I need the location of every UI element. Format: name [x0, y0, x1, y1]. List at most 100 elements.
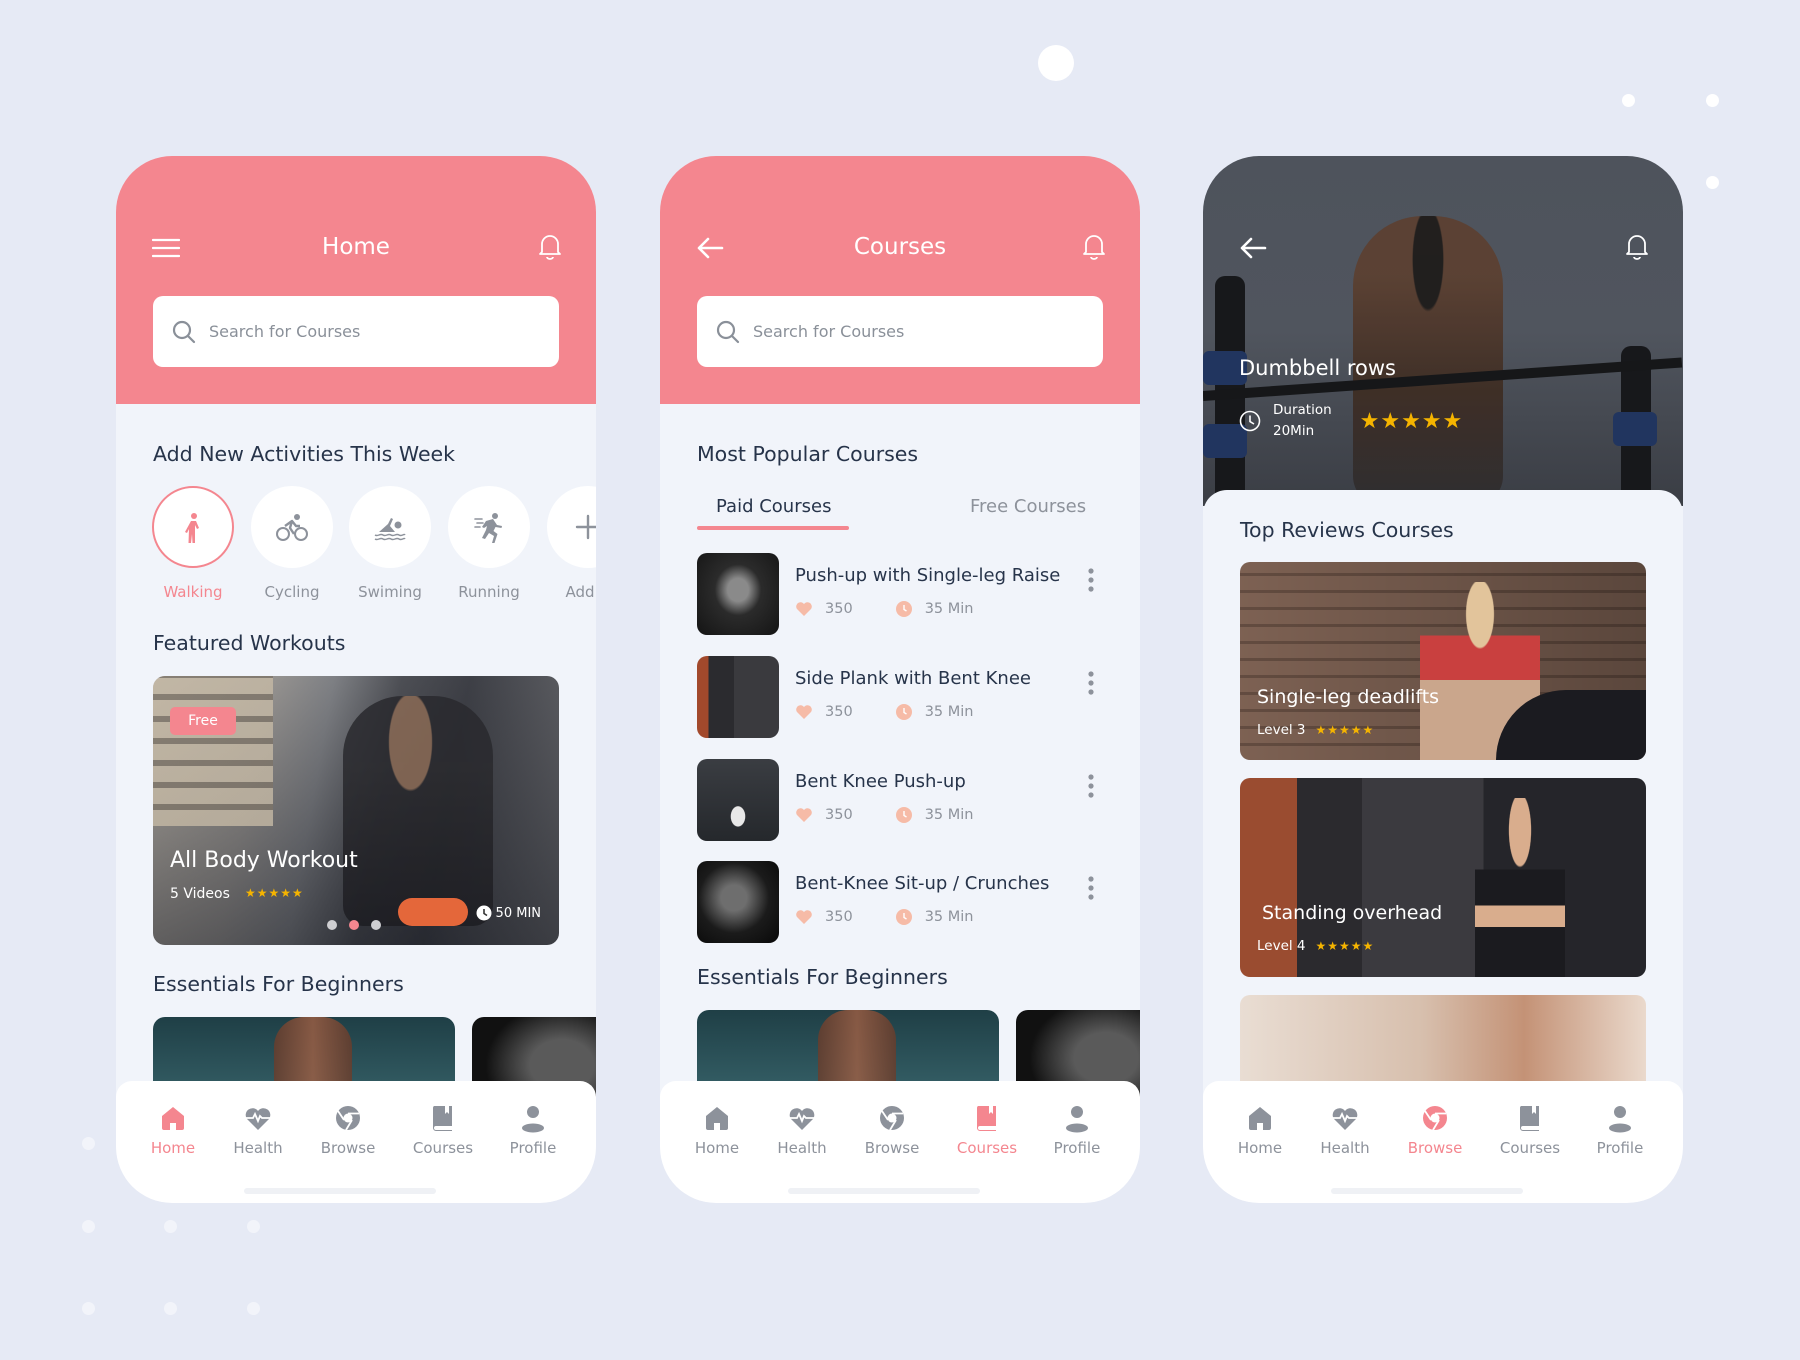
bottom-nav: Home Health Browse Courses Profile [1203, 1081, 1683, 1203]
activity-label: Add N [565, 583, 596, 601]
pager-dot-active[interactable] [349, 920, 359, 930]
walking-icon [185, 513, 199, 543]
course-duration: 35 Min [924, 704, 974, 720]
search-icon [716, 320, 740, 343]
course-meta: 350 35 Min [795, 806, 973, 824]
course-item[interactable]: Push-up with Single-leg Raise 350 35 Min [697, 553, 1103, 635]
activity-running[interactable] [448, 486, 530, 568]
bell-icon[interactable] [1082, 232, 1106, 262]
decor-dot [82, 1137, 95, 1150]
search-input[interactable] [209, 322, 509, 341]
activity-swimming[interactable] [349, 486, 431, 568]
nav-health[interactable]: Health [1305, 1103, 1385, 1157]
level-text: Level 4 [1257, 938, 1306, 954]
nav-label: Profile [1596, 1139, 1644, 1157]
course-thumbnail [697, 861, 779, 943]
home-icon [1249, 1107, 1271, 1130]
clock-icon [895, 601, 912, 617]
nav-home[interactable]: Home [1220, 1103, 1300, 1157]
nav-label: Home [150, 1139, 196, 1157]
card-title: Standing overhead [1262, 902, 1443, 924]
nav-browse[interactable]: Browse [1395, 1103, 1475, 1157]
card-title: Single-leg deadlifts [1257, 686, 1440, 708]
review-course-card[interactable]: Single-leg deadlifts Level 3 ★★★★★ [1240, 562, 1646, 760]
activities-title: Add New Activities This Week [153, 442, 456, 466]
nav-browse[interactable]: Browse [308, 1103, 388, 1157]
nav-courses[interactable]: Courses [947, 1103, 1027, 1157]
activity-label: Swiming [358, 583, 422, 601]
more-options-icon[interactable] [1087, 670, 1095, 696]
course-item[interactable]: Bent Knee Push-up 350 35 Min [697, 759, 1103, 841]
nav-profile[interactable]: Profile [1037, 1103, 1117, 1157]
workout-meta: Duration 20Min ★★★★★ [1239, 400, 1463, 442]
decor-dot [1706, 176, 1719, 189]
course-title: Bent-Knee Sit-up / Crunches [795, 873, 1050, 894]
page-title: Courses [853, 234, 947, 260]
search-bar[interactable] [153, 296, 559, 367]
course-duration: 35 Min [924, 807, 974, 823]
search-bar[interactable] [697, 296, 1103, 367]
heart-icon [796, 705, 812, 719]
bell-icon[interactable] [1625, 232, 1649, 262]
nav-home[interactable]: Home [677, 1103, 757, 1157]
profile-icon [1066, 1106, 1088, 1133]
activity-label: Cycling [264, 583, 320, 601]
browse-icon [1423, 1106, 1447, 1131]
course-item[interactable]: Side Plank with Bent Knee 350 35 Min [697, 656, 1103, 738]
nav-health[interactable]: Health [762, 1103, 842, 1157]
clock-icon [895, 807, 912, 823]
featured-workout-card[interactable]: Free All Body Workout 5 Videos ★★★★★ 50 … [153, 676, 559, 945]
search-input[interactable] [753, 322, 1053, 341]
nav-label: Courses [412, 1139, 474, 1157]
header: Home [116, 156, 596, 404]
free-badge: Free [170, 707, 236, 735]
nav-browse[interactable]: Browse [852, 1103, 932, 1157]
tab-paid-courses[interactable]: Paid Courses [716, 496, 831, 517]
review-course-card[interactable]: Standing overhead Level 4 ★★★★★ [1240, 778, 1646, 977]
nav-label: Health [233, 1139, 283, 1157]
course-thumbnail [697, 656, 779, 738]
nav-health[interactable]: Health [218, 1103, 298, 1157]
course-duration: 35 Min [924, 909, 974, 925]
nav-profile[interactable]: Profile [1580, 1103, 1660, 1157]
decor-dot [247, 1220, 260, 1233]
duration-value: 20Min [1273, 423, 1315, 439]
tab-free-courses[interactable]: Free Courses [970, 496, 1086, 517]
nav-courses[interactable]: Courses [1490, 1103, 1570, 1157]
card-image [1475, 798, 1565, 977]
active-tab-indicator [697, 526, 849, 530]
course-thumbnail [697, 759, 779, 841]
activity-walking[interactable] [152, 486, 234, 568]
section-title: Top Reviews Courses [1240, 518, 1454, 542]
course-meta: 350 35 Min [795, 908, 973, 926]
course-item[interactable]: Bent-Knee Sit-up / Crunches 350 35 Min [697, 861, 1103, 943]
essentials-title: Essentials For Beginners [153, 972, 404, 996]
rating-stars: ★★★★★ [1315, 939, 1375, 953]
pager-dot[interactable] [371, 920, 381, 930]
back-arrow-icon[interactable] [1239, 236, 1267, 260]
nav-home[interactable]: Home [133, 1103, 213, 1157]
decor-dot [164, 1302, 177, 1315]
decor-dot [1706, 94, 1719, 107]
course-meta: 350 35 Min [795, 600, 973, 618]
section-title: Most Popular Courses [697, 442, 919, 466]
activity-cycling[interactable] [251, 486, 333, 568]
more-options-icon[interactable] [1087, 773, 1095, 799]
pager-dot[interactable] [327, 920, 337, 930]
heart-icon [796, 602, 812, 616]
rating-stars: ★★★★★ [245, 886, 304, 900]
nav-profile[interactable]: Profile [493, 1103, 573, 1157]
like-count: 350 [825, 601, 853, 617]
more-options-icon[interactable] [1087, 875, 1095, 901]
bell-icon[interactable] [538, 232, 562, 262]
search-icon [172, 320, 196, 343]
nav-courses[interactable]: Courses [403, 1103, 483, 1157]
course-thumbnail [697, 553, 779, 635]
nav-label: Courses [1499, 1139, 1561, 1157]
hero-image [1203, 156, 1683, 586]
more-options-icon[interactable] [1087, 567, 1095, 593]
profile-icon [1609, 1106, 1631, 1133]
running-icon [474, 513, 502, 543]
cycling-icon [276, 514, 308, 541]
activity-add-new[interactable] [547, 486, 596, 568]
